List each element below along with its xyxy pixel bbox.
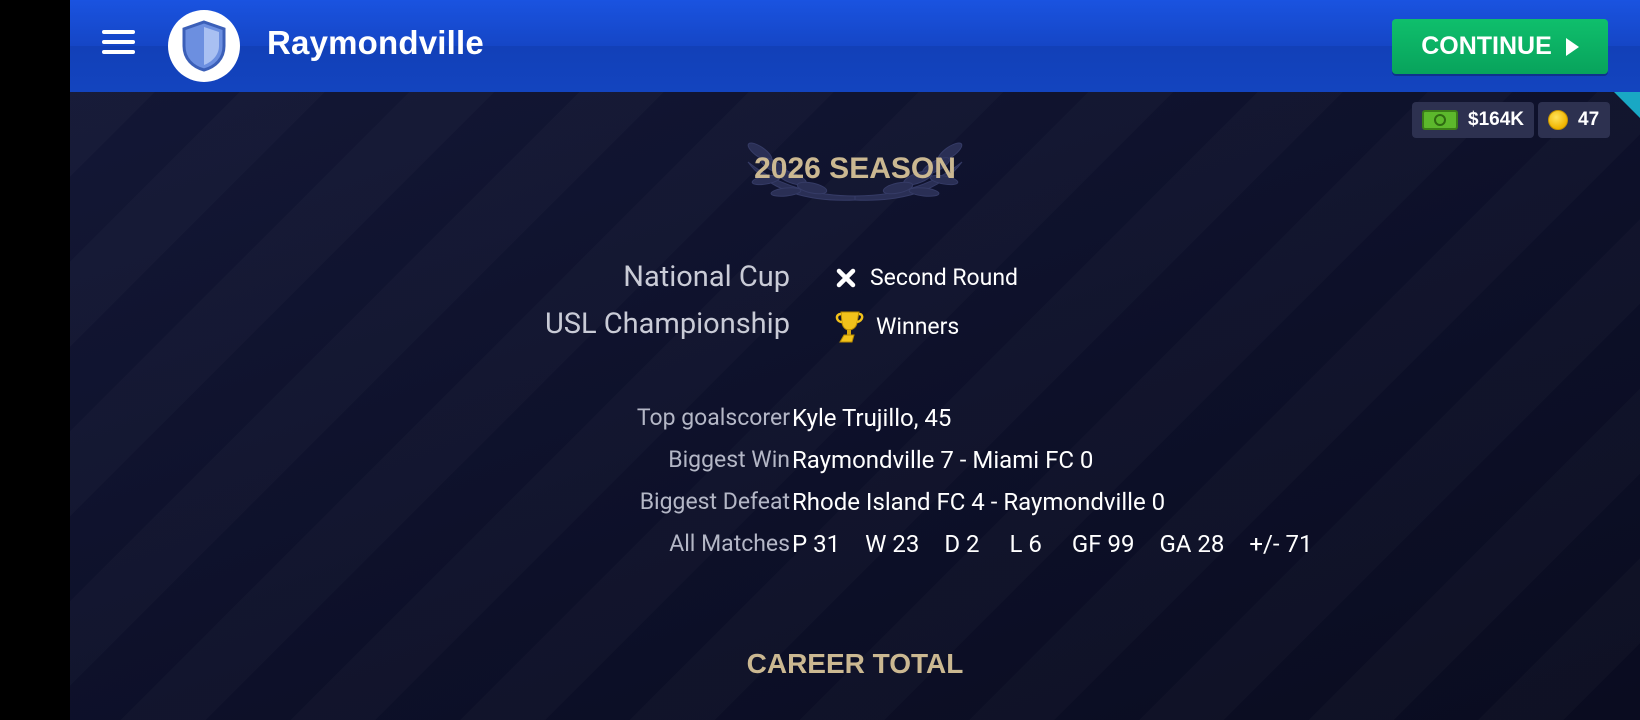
stat-goals-for: GF 99	[1071, 530, 1135, 558]
stat-drawn: D 2	[944, 530, 980, 558]
coin-icon	[1548, 110, 1568, 130]
match-stats: P 31 W 23 D 2 L 6 GF 99 GA 28 +/- 71	[792, 530, 1337, 558]
competition-result: Second Round	[834, 264, 1018, 291]
money-chip[interactable]: $164K	[1412, 102, 1534, 138]
season-title: 2026 SEASON	[754, 152, 956, 185]
cash-icon	[1422, 110, 1458, 130]
club-crest[interactable]	[168, 10, 240, 82]
detail-label: Biggest Defeat	[639, 488, 790, 515]
team-name: Raymondville	[267, 24, 484, 61]
continue-label: CONTINUE	[1421, 32, 1552, 60]
left-bar	[0, 0, 70, 720]
trophy-icon	[835, 311, 864, 343]
stat-played: P 31	[792, 530, 841, 558]
competition-name: USL Championship	[544, 307, 790, 341]
detail-value: Rhode Island FC 4 - Raymondville 0	[792, 488, 1166, 516]
stat-won: W 23	[865, 530, 920, 558]
competition-name: National Cup	[623, 260, 790, 294]
career-total-title: CAREER TOTAL	[746, 648, 964, 679]
stat-goals-against: GA 28	[1159, 530, 1225, 558]
shield-icon	[182, 20, 226, 72]
season-header: 2026 SEASON	[690, 122, 1020, 212]
competition-result-text: Second Round	[870, 264, 1019, 291]
corner-accent	[1614, 92, 1640, 118]
play-icon	[1565, 37, 1579, 56]
cross-icon	[836, 268, 856, 287]
coins-chip[interactable]: 47	[1538, 102, 1610, 138]
detail-value: Kyle Trujillo, 45	[792, 404, 952, 432]
continue-button[interactable]: CONTINUE	[1392, 19, 1608, 74]
stat-lost: L 6	[1009, 530, 1042, 558]
hamburger-menu-icon[interactable]	[102, 30, 138, 62]
competition-result-text: Winners	[876, 312, 960, 340]
detail-label: Top goalscorer	[636, 404, 790, 431]
detail-value: Raymondville 7 - Miami FC 0	[792, 446, 1094, 474]
season-summary-panel: $164K 47 2026 SEASON National Cup Second…	[70, 92, 1640, 720]
money-amount: $164K	[1468, 109, 1524, 130]
competition-result: Winners	[834, 309, 959, 343]
top-bar: Raymondville CONTINUE	[70, 0, 1640, 92]
detail-label: Biggest Win	[668, 446, 790, 473]
detail-label: All Matches	[669, 530, 790, 557]
coins-amount: 47	[1578, 109, 1600, 130]
stat-goal-difference: +/- 71	[1249, 530, 1313, 558]
